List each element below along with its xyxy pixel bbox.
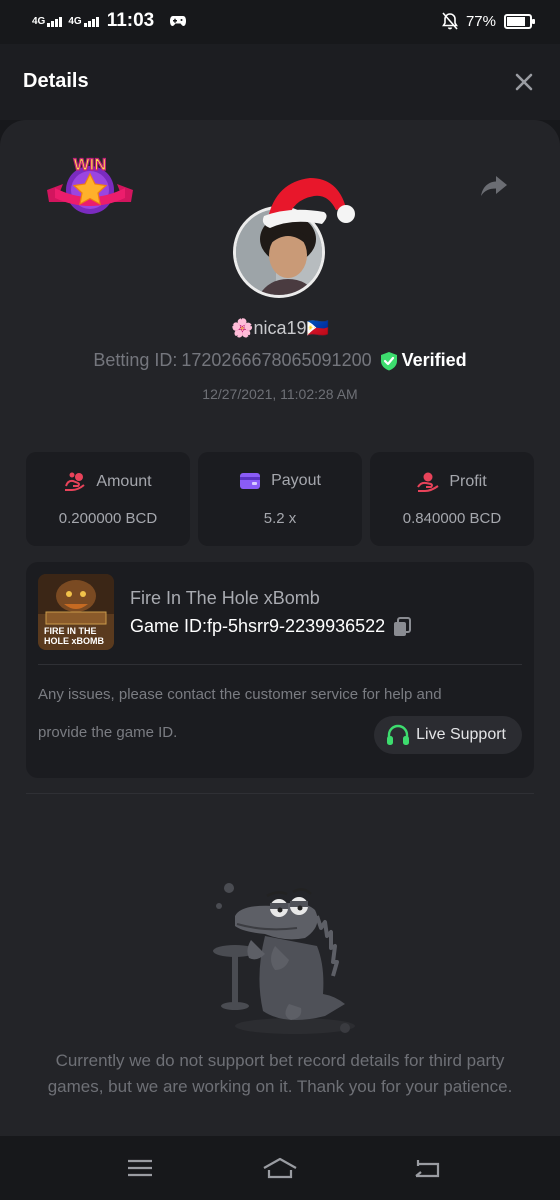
crocodile-mascot-icon — [213, 883, 355, 1034]
game-id-label: Game ID: — [130, 616, 208, 636]
network-type-2: 4G — [68, 16, 82, 27]
stat-amount-label-row: Amount — [26, 472, 190, 492]
close-icon[interactable] — [512, 70, 536, 94]
game-id-value: fp-5hsrr9-2239936522 — [207, 616, 386, 636]
stat-payout-label-row: Payout — [198, 472, 362, 490]
stat-profit-label: Profit — [449, 473, 487, 490]
copy-icon[interactable] — [393, 616, 412, 637]
live-support-button[interactable]: Live Support — [374, 716, 522, 754]
stat-payout: Payout 5.2 x — [198, 452, 362, 546]
section-divider — [26, 793, 534, 794]
thumb-title-1: FIRE IN THE — [44, 626, 97, 636]
stat-amount-label: Amount — [96, 473, 152, 490]
stat-payout-value: 5.2 x — [263, 510, 297, 527]
status-bar: 4G 4G 11:03 77% — [0, 0, 560, 44]
game-card: FIRE IN THE HOLE xBOMB Fire In The Hole … — [26, 562, 534, 778]
page-title: Details — [23, 70, 89, 92]
signal-indicator-1: 4G — [32, 15, 63, 27]
betting-id-label: Betting ID: — [93, 350, 178, 370]
stat-profit-label-row: Profit — [370, 472, 534, 492]
avatar-container — [230, 170, 360, 300]
help-text-line-2: provide the game ID. — [38, 724, 178, 741]
stat-amount: Amount 0.200000 BCD — [26, 452, 190, 546]
stat-profit: Profit 0.840000 BCD — [370, 452, 534, 546]
win-badge-icon: WIN — [47, 154, 133, 214]
stat-profit-value: 0.840000 BCD — [402, 510, 502, 527]
home-icon[interactable] — [262, 1156, 298, 1180]
wallet-icon — [240, 473, 261, 489]
verified-badge: Verified — [380, 350, 467, 371]
menu-icon[interactable] — [125, 1156, 155, 1180]
battery-icon — [504, 13, 535, 29]
battery-level — [507, 16, 526, 26]
win-badge-text: WIN — [73, 155, 106, 174]
bell-off-icon — [442, 12, 458, 30]
help-text-line-1: Any issues, please contact the customer … — [38, 686, 442, 703]
shield-check-icon — [380, 351, 397, 370]
game-id-row: Game ID:fp-5hsrr9-2239936522 — [130, 616, 412, 637]
game-controller-icon — [170, 16, 187, 26]
bet-date: 12/27/2021, 11:02:28 AM — [202, 386, 358, 402]
verified-label: Verified — [401, 350, 467, 370]
status-time: 11:03 — [106, 10, 155, 31]
share-icon[interactable] — [480, 174, 508, 198]
santa-hat-icon — [262, 178, 355, 228]
coins-icon — [65, 472, 86, 491]
betting-id-row: Betting ID: 1720266678065091200 Verified — [0, 350, 560, 371]
signal-bars-icon — [83, 15, 99, 27]
game-name: Fire In The Hole xBomb — [130, 588, 320, 608]
status-right: 77% — [442, 12, 535, 30]
stat-amount-value: 0.200000 BCD — [58, 510, 158, 527]
back-icon[interactable] — [412, 1156, 442, 1180]
unsupported-notice: Currently we do not support bet record d… — [47, 1051, 513, 1096]
stat-payout-label: Payout — [271, 472, 321, 489]
network-type-1: 4G — [32, 16, 46, 27]
game-thumbnail-image: FIRE IN THE HOLE xBOMB — [38, 574, 114, 650]
username: 🌸nica19🇵🇭 — [231, 318, 329, 338]
game-id-text: Game ID:fp-5hsrr9-2239936522 — [130, 616, 385, 637]
headset-icon — [387, 724, 410, 745]
signal-bars-icon — [47, 15, 63, 27]
thumb-title-2: HOLE xBOMB — [44, 636, 105, 646]
system-nav-bar — [0, 1136, 560, 1200]
game-thumbnail[interactable]: FIRE IN THE HOLE xBOMB — [38, 574, 114, 650]
status-left: 4G 4G 11:03 — [32, 10, 187, 32]
header-bar: Details — [0, 44, 560, 120]
signal-indicator-2: 4G — [68, 15, 99, 27]
battery-percent: 77% — [465, 12, 496, 30]
card-divider — [38, 664, 522, 665]
live-support-label: Live Support — [416, 726, 506, 743]
money-hand-icon — [417, 472, 439, 492]
betting-id-value: 1720266678065091200 — [181, 350, 372, 370]
